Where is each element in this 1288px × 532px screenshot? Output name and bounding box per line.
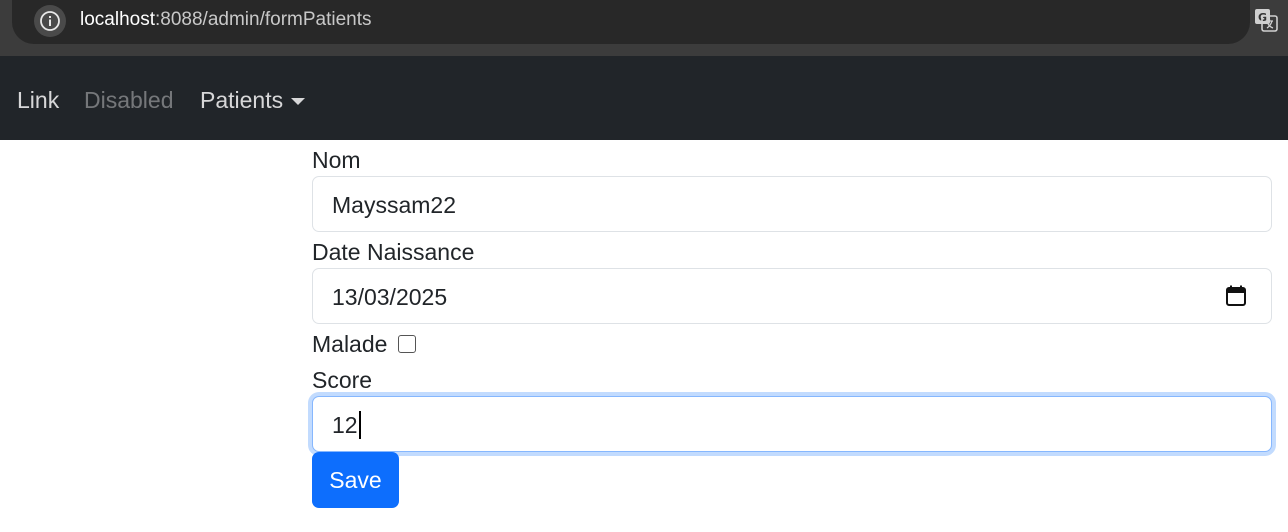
score-value: 12	[332, 412, 358, 438]
nom-label: Nom	[312, 147, 361, 173]
score-label: Score	[312, 367, 373, 393]
nav-link-disabled: Disabled	[84, 87, 174, 113]
nom-input[interactable]: Mayssam22	[312, 176, 1272, 232]
nav-link[interactable]: Link	[17, 86, 59, 114]
url-host: localhost	[80, 9, 155, 30]
text-cursor	[358, 411, 361, 439]
date-naissance-label: Date Naissance	[312, 239, 475, 265]
browser-toolbar: localhost:8088/admin/formPatients G	[0, 0, 1288, 56]
url-path: :8088/admin/formPatients	[155, 9, 372, 30]
save-button[interactable]: Save	[312, 452, 399, 508]
url-text[interactable]: localhost:8088/admin/formPatients	[80, 8, 372, 32]
date-naissance-input[interactable]: 13/03/2025	[312, 268, 1272, 324]
top-navbar: Link Disabled Patients	[0, 56, 1288, 140]
calendar-icon[interactable]	[1224, 284, 1248, 308]
nav-dropdown-patients[interactable]: Patients	[200, 86, 306, 114]
score-input[interactable]: 12	[312, 396, 1272, 452]
date-naissance-value: 13/03/2025	[332, 284, 448, 310]
nom-value: Mayssam22	[332, 192, 456, 218]
nav-dropdown-label: Patients	[200, 87, 284, 113]
info-icon[interactable]	[34, 5, 66, 37]
address-bar[interactable]: localhost:8088/admin/formPatients	[12, 0, 1250, 44]
score-value-wrap: 12	[332, 411, 361, 439]
translate-icon[interactable]: G	[1252, 6, 1280, 34]
malade-checkbox[interactable]	[398, 335, 416, 353]
malade-label: Malade	[312, 331, 388, 357]
caret-down-icon	[291, 97, 306, 105]
